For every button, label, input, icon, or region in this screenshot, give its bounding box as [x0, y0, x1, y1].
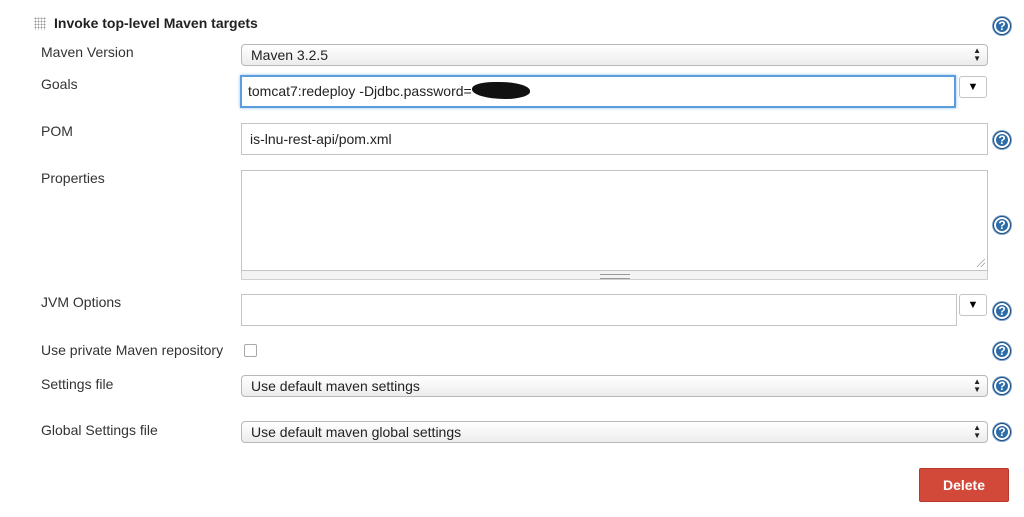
goals-label: Goals [41, 76, 78, 92]
jvm-options-expand-button[interactable]: ▼ [959, 294, 987, 316]
help-icon[interactable]: ? [993, 131, 1011, 149]
help-icon[interactable]: ? [993, 377, 1011, 395]
pom-input[interactable]: is-lnu-rest-api/pom.xml [241, 123, 988, 155]
select-arrows-icon: ▲ ▼ [973, 423, 981, 440]
private-repo-label: Use private Maven repository [41, 342, 224, 358]
help-icon[interactable]: ? [993, 302, 1011, 320]
properties-textarea[interactable] [241, 170, 988, 271]
private-repo-checkbox[interactable] [244, 344, 257, 357]
textarea-resize-bar[interactable] [241, 271, 988, 280]
resize-lines-icon [600, 274, 630, 279]
delete-button[interactable]: Delete [919, 468, 1009, 502]
global-settings-file-label: Global Settings file [41, 422, 158, 438]
help-icon[interactable]: ? [993, 216, 1011, 234]
section-title: Invoke top-level Maven targets [54, 15, 258, 31]
maven-version-value: Maven 3.2.5 [251, 47, 329, 63]
settings-file-select[interactable]: Use default maven settings ▲ ▼ [241, 375, 988, 397]
help-icon[interactable]: ? [993, 342, 1011, 360]
goals-expand-button[interactable]: ▼ [959, 76, 987, 98]
select-arrows-icon: ▲ ▼ [973, 46, 981, 63]
global-settings-file-value: Use default maven global settings [251, 424, 462, 440]
settings-file-value: Use default maven settings [251, 378, 420, 394]
help-icon[interactable]: ? [993, 17, 1011, 35]
help-icon[interactable]: ? [993, 423, 1011, 441]
maven-version-select[interactable]: Maven 3.2.5 ▲ ▼ [241, 44, 988, 66]
global-settings-file-select[interactable]: Use default maven global settings ▲ ▼ [241, 421, 988, 443]
settings-file-label: Settings file [41, 376, 114, 392]
drag-handle-icon[interactable] [34, 17, 46, 30]
goals-input[interactable]: tomcat7:redeploy -Djdbc.password= [240, 75, 956, 108]
goals-value: tomcat7:redeploy -Djdbc.password= [248, 83, 472, 99]
pom-label: POM [41, 123, 73, 139]
redacted-password-mark [471, 82, 530, 99]
properties-label: Properties [41, 170, 105, 186]
maven-version-label: Maven Version [41, 44, 134, 60]
select-arrows-icon: ▲ ▼ [973, 377, 981, 394]
jvm-options-label: JVM Options [41, 294, 122, 310]
textarea-resize-grip-icon[interactable] [977, 259, 985, 267]
jvm-options-input[interactable] [241, 294, 957, 326]
